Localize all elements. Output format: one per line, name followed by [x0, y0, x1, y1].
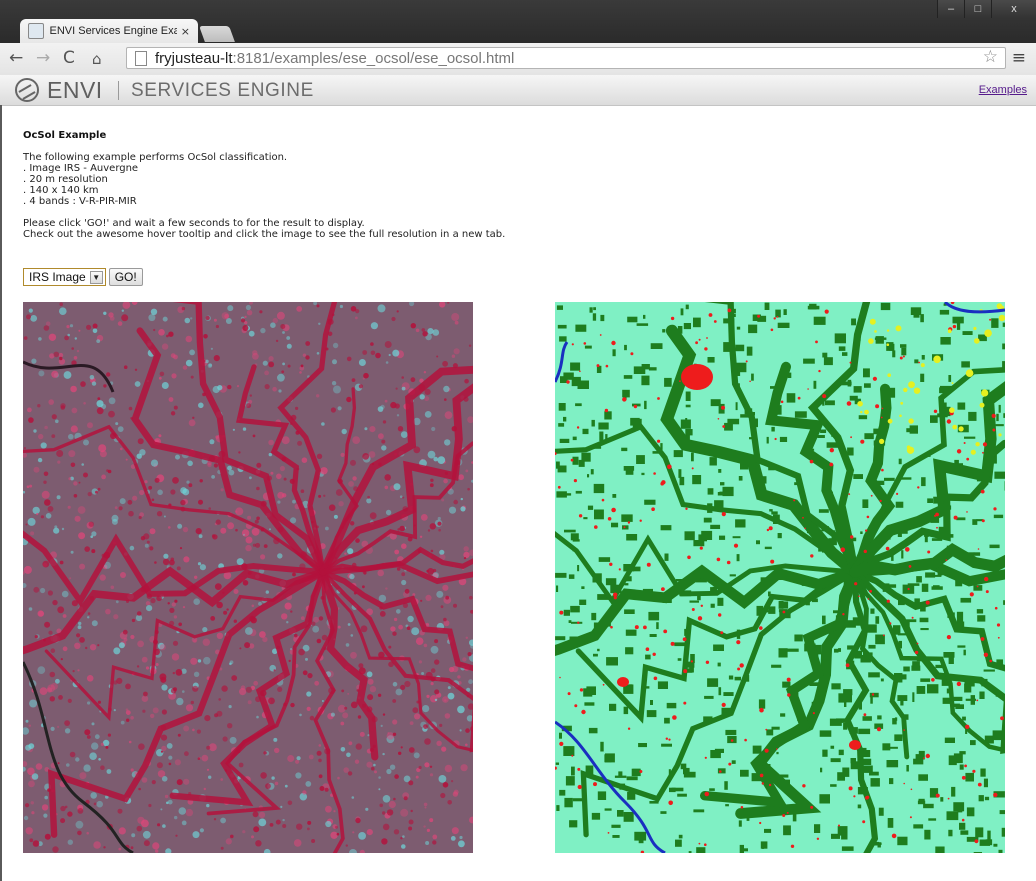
brand-name: ENVI — [47, 77, 103, 103]
tab-close-icon[interactable]: × — [181, 25, 190, 38]
new-tab-button[interactable] — [199, 26, 235, 42]
close-window-button[interactable]: x — [991, 0, 1036, 18]
url-text: fryjusteau-lt:8181/examples/ese_ocsol/es… — [155, 49, 515, 67]
back-arrow-icon[interactable]: ← — [9, 48, 23, 68]
image-select-value: IRS Image — [29, 270, 86, 284]
maximize-button[interactable]: □ — [964, 0, 991, 18]
window-controls: ‒ □ x — [937, 0, 1036, 20]
home-icon[interactable]: ⌂ — [92, 50, 102, 68]
browser-toolbar: ← → C ⌂ fryjusteau-lt:8181/examples/ese_… — [0, 43, 1036, 76]
brand-subtitle: SERVICES ENGINE — [131, 80, 314, 101]
main-content: OcSol Example The following example perf… — [23, 130, 1013, 240]
bookmark-star-icon[interactable]: ☆ — [983, 47, 998, 67]
go-button[interactable]: GO! — [108, 268, 143, 286]
envi-header: ENVI SERVICES ENGINE Examples — [0, 75, 1036, 106]
page-left-border — [0, 105, 2, 881]
browser-menu-icon[interactable]: ≡ — [1012, 48, 1026, 68]
page-favicon-icon — [28, 23, 44, 39]
detail-line: . 140 x 140 km — [23, 185, 99, 196]
examples-link[interactable]: Examples — [979, 84, 1027, 96]
browser-tab[interactable]: ENVI Services Engine Exam × — [20, 19, 198, 43]
irs-image-graphic — [23, 302, 473, 853]
intro-text: The following example performs OcSol cla… — [23, 152, 288, 163]
detail-line: . Image IRS - Auvergne — [23, 163, 139, 174]
irs-satellite-image[interactable] — [23, 302, 473, 853]
controls-row: IRS Image ▼ GO! — [23, 268, 143, 286]
tab-title: ENVI Services Engine Exam — [49, 25, 177, 37]
classification-image-graphic — [555, 302, 1005, 853]
page-title: OcSol Example — [23, 130, 107, 141]
browser-titlebar: ‒ □ x ENVI Services Engine Exam × — [0, 0, 1036, 44]
dropdown-arrow-icon[interactable]: ▼ — [89, 270, 103, 284]
reload-icon[interactable]: C — [63, 48, 75, 68]
address-bar[interactable]: fryjusteau-lt:8181/examples/ese_ocsol/es… — [126, 47, 1006, 69]
instruction-line: Please click 'GO!' and wait a few second… — [23, 218, 365, 229]
page-icon — [135, 50, 147, 66]
image-select[interactable]: IRS Image ▼ — [23, 268, 106, 286]
minimize-button[interactable]: ‒ — [937, 0, 964, 18]
classification-result-image[interactable] — [555, 302, 1005, 853]
forward-arrow-icon[interactable]: → — [36, 48, 50, 68]
brand-divider — [118, 81, 119, 100]
detail-line: . 4 bands : V-R-PIR-MIR — [23, 196, 137, 207]
detail-line: . 20 m resolution — [23, 174, 108, 185]
instruction-line: Check out the awesome hover tooltip and … — [23, 229, 506, 240]
envi-globe-logo-icon — [15, 78, 39, 102]
